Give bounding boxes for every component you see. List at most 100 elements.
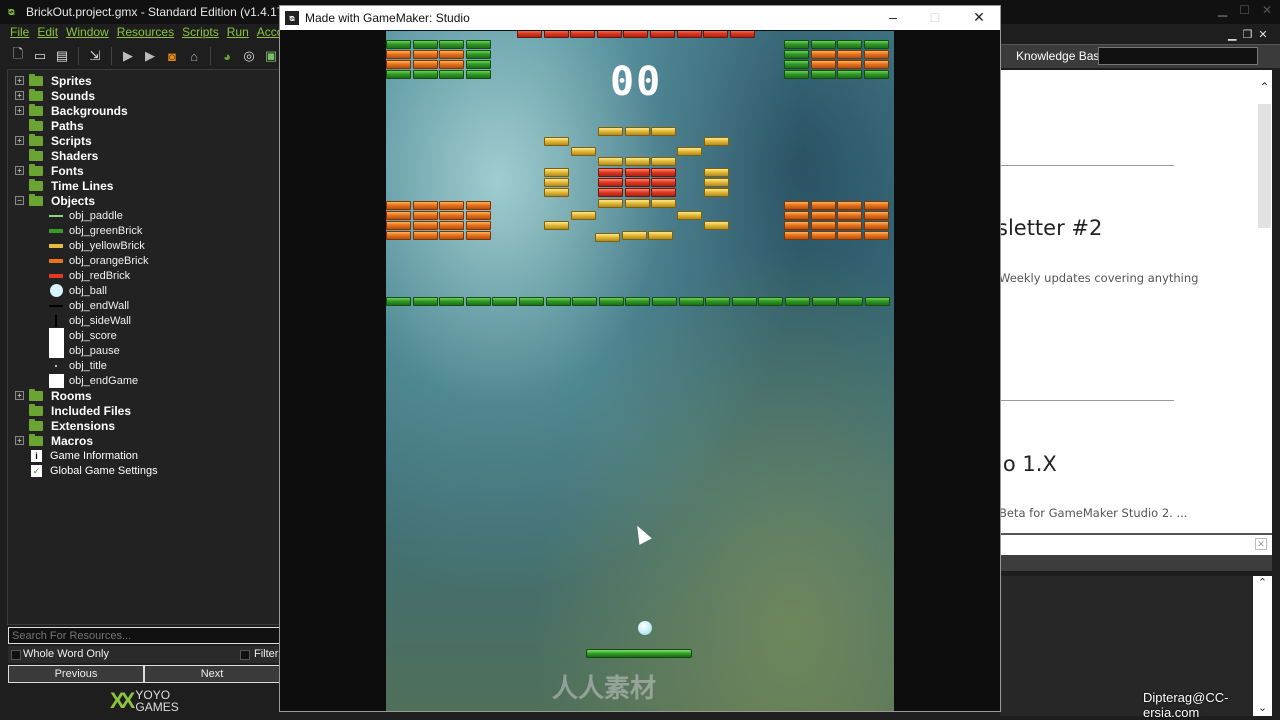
tree-object-endwall[interactable]: obj_endWall (48, 298, 129, 313)
folder-icon (29, 163, 43, 176)
tree-object-greenbrick[interactable]: obj_greenBrick (48, 223, 142, 238)
knowledge-base-input[interactable] (1098, 47, 1258, 65)
expand-icon[interactable]: + (15, 91, 24, 100)
settings-doc-icon: ✓ (31, 464, 42, 477)
scroll-up-icon[interactable]: ⌃ (1253, 576, 1272, 589)
scroll-up-icon[interactable]: ⌃ (1257, 80, 1272, 94)
tree-folder-paths[interactable]: Paths (8, 118, 84, 133)
game-titlebar[interactable]: ᴓ Made with GameMaker: Studio – □ ✕ (280, 6, 1000, 30)
watermark-text: 人人素材 (552, 673, 657, 703)
tree-folder-fonts[interactable]: + Fonts (8, 163, 84, 178)
game-minimize-button[interactable]: – (883, 9, 903, 25)
collapse-icon[interactable]: − (15, 196, 24, 205)
green-brick (386, 70, 411, 79)
news-scrollbar[interactable]: ⌃ (1257, 80, 1272, 535)
orange-brick (412, 50, 438, 59)
sprite-icon[interactable]: ◕ (219, 48, 235, 64)
game-close-button[interactable]: ✕ (969, 9, 989, 26)
ide-minimize-button[interactable]: ▁ (1218, 3, 1227, 17)
menu-scripts[interactable]: Scripts (182, 25, 219, 43)
orange-brick (412, 60, 438, 69)
tree-folder-sprites[interactable]: + Sprites (8, 73, 92, 88)
tree-folder-macros[interactable]: + Macros (8, 433, 93, 448)
game-canvas[interactable]: 00 (386, 31, 894, 711)
tree-item-game-information[interactable]: i Game Information (8, 448, 138, 463)
debug-run-icon[interactable]: ▶ (142, 48, 158, 64)
tree-object-endgame[interactable]: obj_endGame (48, 373, 138, 388)
red-brick (624, 178, 650, 187)
tree-folder-extensions[interactable]: Extensions (8, 418, 115, 433)
tree-folder-scripts[interactable]: + Scripts (8, 133, 92, 148)
tree-object-ball[interactable]: obj_ball (48, 283, 107, 298)
folder-icon (29, 418, 43, 431)
previous-button[interactable]: Previous (9, 666, 143, 682)
green-brick (863, 40, 889, 49)
yoyo-games-logo: XX YOYO GAMES (110, 688, 179, 714)
ide-title: BrickOut.project.gmx - Standard Edition … (26, 5, 297, 19)
scrollbar-thumb[interactable] (1258, 104, 1271, 228)
expand-icon[interactable]: + (15, 166, 24, 175)
stop-icon[interactable]: ◙ (164, 48, 180, 64)
tree-object-redbrick[interactable]: obj_redBrick (48, 268, 130, 283)
menu-resources[interactable]: Resources (117, 25, 174, 43)
expand-icon[interactable]: + (15, 391, 24, 400)
menu-window[interactable]: Window (66, 25, 109, 43)
menu-run[interactable]: Run (227, 25, 249, 43)
ide-window-controls: ▁ ☐ ✕ (1218, 3, 1272, 17)
expand-icon[interactable]: + (15, 106, 24, 115)
orange-brick (810, 211, 836, 220)
sound-icon[interactable]: ◎ (241, 48, 257, 64)
tree-folder-shaders[interactable]: Shaders (8, 148, 98, 163)
expand-icon[interactable]: + (15, 436, 24, 445)
footer-watermark-text: Dipterag@CC-ersia.com (1143, 690, 1229, 720)
whole-word-checkbox[interactable] (11, 650, 21, 660)
news-divider (1000, 400, 1174, 401)
tree-folder-objects[interactable]: − Objects (8, 193, 95, 208)
open-folder-icon[interactable]: ▭ (32, 48, 48, 64)
tree-object-orangebrick[interactable]: obj_orangeBrick (48, 253, 149, 268)
tree-item-global-game-settings[interactable]: ✓ Global Game Settings (8, 463, 158, 478)
tree-object-sidewall[interactable]: obj_sideWall (48, 313, 131, 328)
menu-edit[interactable]: Edit (37, 25, 58, 43)
filter-checkbox[interactable] (240, 650, 250, 660)
orange-brick (810, 201, 836, 210)
tree-object-paddle[interactable]: obj_paddle (48, 208, 123, 223)
green-brick (465, 70, 491, 79)
new-file-icon[interactable]: 🗋 (10, 46, 26, 64)
run-icon[interactable]: ▶ (120, 48, 136, 64)
ide-maximize-button[interactable]: ☐ (1239, 3, 1250, 17)
orange-brick (837, 201, 863, 210)
kb-close-button[interactable]: ✕ (1258, 28, 1267, 41)
kb-minimize-button[interactable]: ▁ (1228, 28, 1236, 41)
yellow-brick (677, 211, 702, 220)
ide-close-button[interactable]: ✕ (1262, 3, 1272, 17)
background-icon[interactable]: ▣ (263, 48, 279, 64)
game-maximize-button[interactable]: □ (925, 9, 945, 25)
tree-folder-included-files[interactable]: Included Files (8, 403, 131, 418)
tree-object-title[interactable]: obj_title (48, 358, 107, 373)
paddle[interactable] (586, 649, 692, 658)
article-heading[interactable]: io 1.X (997, 452, 1057, 476)
clean-icon[interactable]: ⌂ (186, 48, 202, 64)
tree-folder-time-lines[interactable]: Time Lines (8, 178, 113, 193)
save-icon[interactable]: ▤ (54, 48, 70, 64)
menu-file[interactable]: File (10, 25, 29, 43)
orange-brick (863, 211, 889, 220)
tree-folder-backgrounds[interactable]: + Backgrounds (8, 103, 128, 118)
tree-object-score[interactable]: obj_score (48, 328, 117, 343)
tree-object-pause[interactable]: obj_pause (48, 343, 120, 358)
tree-folder-sounds[interactable]: + Sounds (8, 88, 95, 103)
expand-icon[interactable]: + (15, 136, 24, 145)
tree-folder-rooms[interactable]: + Rooms (8, 388, 92, 403)
tree-object-yellowbrick[interactable]: obj_yellowBrick (48, 238, 145, 253)
kb-restore-button[interactable]: ❐ (1242, 28, 1252, 41)
next-button[interactable]: Next (145, 666, 279, 682)
green-brick (439, 40, 465, 49)
resource-search-input[interactable] (8, 627, 280, 644)
close-output-icon[interactable]: ✕ (1255, 538, 1267, 550)
expand-icon[interactable]: + (15, 76, 24, 85)
article-heading[interactable]: sletter #2 (997, 216, 1102, 240)
export-icon[interactable]: ⇲ (87, 48, 103, 64)
search-navigation: Previous Next (8, 665, 280, 683)
orange-brick (439, 60, 465, 69)
